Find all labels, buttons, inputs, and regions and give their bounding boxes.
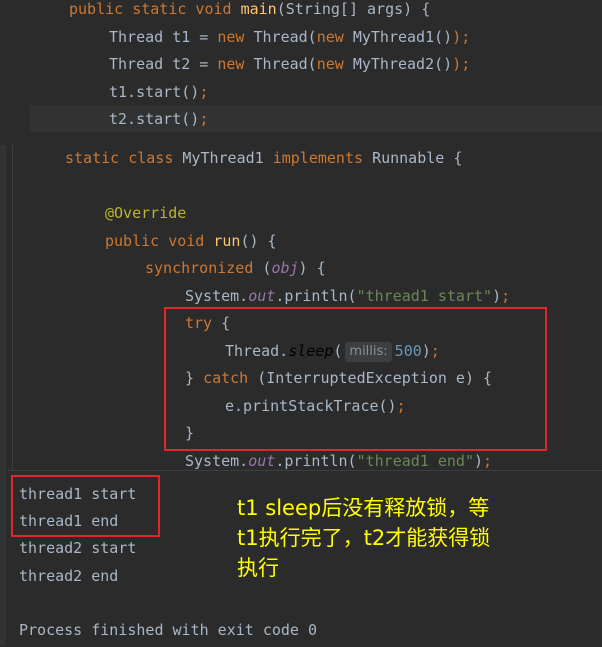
code-line[interactable]: public void run() { [105, 228, 277, 255]
code-token: run [213, 231, 241, 250]
code-token: ); [452, 55, 471, 73]
bottom-editor[interactable]: static class MyThread1 implements Runnab… [12, 145, 602, 470]
code-token: ) [492, 286, 502, 305]
code-token: (String[] args) { [276, 0, 431, 18]
code-token: MyThread2() [352, 55, 453, 73]
code-token: new [217, 27, 254, 46]
code-token: Thread t1 = [109, 27, 218, 46]
annotation-text: t1 sleep后没有释放锁，等 t1执行完了，t2才能获得锁 执行 [237, 496, 491, 580]
code-token: Thread( [253, 27, 317, 46]
code-token: synchronized [145, 259, 263, 277]
code-token: () { [240, 231, 277, 250]
code-token: .println( [275, 286, 357, 305]
code-token: ; [483, 451, 493, 470]
code-token: out [248, 286, 276, 305]
code-token: main [240, 0, 277, 18]
code-token: .println( [275, 451, 357, 470]
code-token: Runnable { [372, 149, 463, 167]
code-token: new [217, 55, 254, 73]
console-line: thread2 start [19, 539, 137, 558]
code-line[interactable]: @Override [105, 200, 186, 227]
run-console[interactable]: thread1 start thread1 end thread2 start thr… [8, 470, 602, 647]
code-token: @Override [105, 204, 187, 222]
code-token: ; [199, 82, 209, 101]
code-line[interactable]: static class MyThread1 implements Runnab… [65, 145, 462, 172]
code-line[interactable]: synchronized (obj) { [145, 255, 326, 282]
code-token: ) [474, 451, 484, 470]
code-token: new [316, 55, 353, 73]
highlight-box [164, 307, 547, 451]
code-token: Thread( [253, 55, 317, 73]
code-token: new [316, 27, 353, 46]
code-token: t1.start() [109, 82, 200, 101]
top-editor[interactable]: public static void main(String[] args) {… [0, 0, 602, 145]
console-line: thread2 end [19, 566, 119, 585]
code-line[interactable]: Thread t1 = new Thread(new MyThread1()); [109, 24, 470, 51]
code-token: t2.start() [109, 110, 200, 128]
console-line: Process finished with exit code 0 [19, 621, 318, 639]
code-token: static class [65, 149, 183, 167]
code-line[interactable]: t2.start(); [109, 106, 208, 133]
code-token: "thread1 end" [356, 451, 474, 470]
code-token: out [248, 451, 276, 470]
code-token: ; [501, 286, 511, 305]
code-token: public static void [69, 0, 241, 18]
code-token: obj [271, 259, 299, 277]
code-token: MyThread1 [182, 149, 273, 167]
code-token: ) { [298, 259, 326, 277]
code-token: ; [199, 110, 209, 128]
code-token: public void [105, 231, 214, 250]
code-token: MyThread1() [352, 27, 453, 46]
console-highlight-box [11, 475, 160, 537]
code-line[interactable]: public static void main(String[] args) { [69, 0, 430, 23]
code-token: System. [185, 286, 249, 305]
code-token: System. [185, 451, 249, 470]
code-token: Thread t2 = [109, 55, 218, 73]
code-line[interactable]: System.out.println("thread1 start"); [185, 283, 510, 310]
code-line[interactable]: Thread t2 = new Thread(new MyThread2()); [109, 51, 470, 78]
code-token: ); [452, 27, 471, 46]
code-line[interactable]: t1.start(); [109, 79, 208, 106]
code-token: implements [272, 149, 373, 167]
code-token: "thread1 start" [356, 286, 493, 305]
